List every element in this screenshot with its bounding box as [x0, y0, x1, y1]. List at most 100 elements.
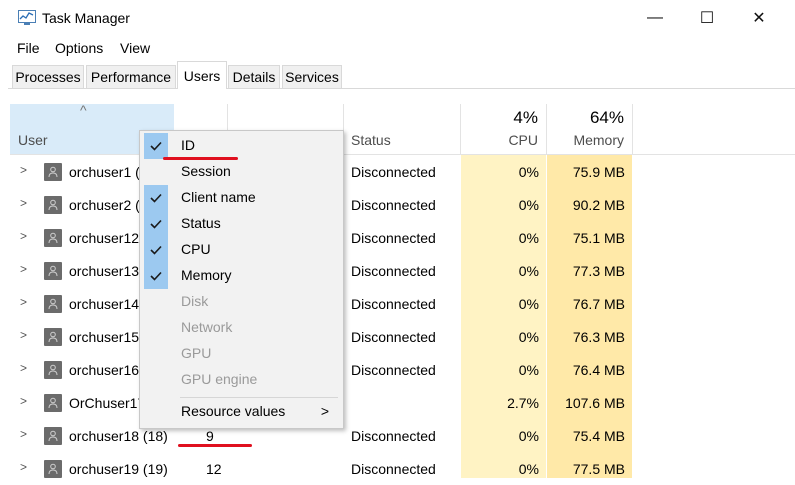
user-name: orchuser15: [69, 329, 140, 345]
expand-chevron-icon[interactable]: >: [20, 196, 27, 210]
menu-item-gpu: GPU: [140, 341, 343, 367]
menu-item-disk: Disk: [140, 289, 343, 315]
maximize-button[interactable]: ☐: [684, 4, 730, 32]
expand-chevron-icon[interactable]: >: [20, 460, 27, 474]
menu-item-session[interactable]: Session: [140, 159, 343, 185]
minimize-icon: —: [647, 9, 663, 26]
expand-chevron-icon[interactable]: >: [20, 427, 27, 441]
cpu-value: 0%: [518, 461, 539, 477]
menu-item-resource-values[interactable]: Resource values >: [140, 399, 343, 425]
memory-value: 75.9 MB: [572, 164, 625, 180]
cpu-value: 2.7%: [507, 395, 539, 411]
tab-processes[interactable]: Processes: [12, 65, 84, 88]
user-status: Disconnected: [351, 296, 436, 312]
menu-item-id[interactable]: ID: [140, 133, 343, 159]
cpu-total-percent: 4%: [513, 108, 538, 127]
table-row[interactable]: > orchuser15 Disconnected 0% 76.3 MB: [0, 320, 795, 353]
user-status: Disconnected: [351, 362, 436, 378]
annotation-underline-id: [163, 157, 238, 160]
cpu-value: 0%: [518, 296, 539, 312]
checkmark-icon: [144, 263, 168, 289]
table-row[interactable]: > orchuser19 (19) 12 Disconnected 0% 77.5 MB: [0, 452, 795, 485]
user-column-label: User: [18, 132, 48, 148]
expand-chevron-icon[interactable]: >: [20, 361, 27, 375]
tab-services[interactable]: Services: [282, 65, 342, 88]
user-avatar-icon: [44, 361, 62, 379]
memory-value: 77.3 MB: [572, 263, 625, 279]
tab-strip-border: [8, 88, 795, 89]
user-name: orchuser2 (: [69, 197, 140, 213]
memory-value: 77.5 MB: [572, 461, 625, 477]
cpu-column-label: CPU: [508, 132, 538, 148]
menu-item-client-name[interactable]: Client name: [140, 185, 343, 211]
user-status: Disconnected: [351, 164, 436, 180]
expand-chevron-icon[interactable]: >: [20, 262, 27, 276]
memory-value: 76.7 MB: [572, 296, 625, 312]
user-avatar-icon: [44, 163, 62, 181]
expand-chevron-icon[interactable]: >: [20, 328, 27, 342]
tab-users[interactable]: Users: [177, 61, 227, 89]
menu-file[interactable]: File: [17, 40, 40, 56]
menu-item-memory[interactable]: Memory: [140, 263, 343, 289]
minimize-button[interactable]: —: [632, 4, 678, 32]
cpu-value: 0%: [518, 428, 539, 444]
user-status: Disconnected: [351, 329, 436, 345]
menu-item-label: GPU: [181, 345, 212, 361]
checkmark-icon: [144, 211, 168, 237]
table-row[interactable]: > OrChuser17 2.7% 107.6 MB: [0, 386, 795, 419]
user-status: Disconnected: [351, 428, 436, 444]
memory-total-percent: 64%: [589, 108, 624, 127]
menu-item-label: Memory: [181, 267, 232, 283]
menu-item-cpu[interactable]: CPU: [140, 237, 343, 263]
expand-chevron-icon[interactable]: >: [20, 394, 27, 408]
user-name: orchuser19 (19): [69, 461, 168, 477]
table-row[interactable]: > orchuser13 Disconnected 0% 77.3 MB: [0, 254, 795, 287]
column-header-status[interactable]: Status: [343, 104, 460, 154]
user-avatar-icon: [44, 328, 62, 346]
resource-values-label: Resource values: [181, 403, 286, 419]
memory-value: 90.2 MB: [572, 197, 625, 213]
window-title: Task Manager: [42, 10, 130, 26]
table-row[interactable]: > orchuser14 Disconnected 0% 76.7 MB: [0, 287, 795, 320]
menu-item-label: Disk: [181, 293, 209, 309]
table-row[interactable]: > orchuser16 Disconnected 0% 76.4 MB: [0, 353, 795, 386]
menu-item-label: ID: [181, 137, 195, 153]
menu-item-network: Network: [140, 315, 343, 341]
expand-chevron-icon[interactable]: >: [20, 295, 27, 309]
table-row[interactable]: > orchuser1 (Disconnected 0% 75.9 MB: [0, 155, 795, 188]
table-row[interactable]: > orchuser12 Disconnected 0% 75.1 MB: [0, 221, 795, 254]
menu-item-status[interactable]: Status: [140, 211, 343, 237]
expand-chevron-icon[interactable]: >: [20, 163, 27, 177]
annotation-underline-id-value: [178, 444, 252, 447]
table-row[interactable]: > orchuser2 ( Disconnected 0% 90.2 MB: [0, 188, 795, 221]
user-status: Disconnected: [351, 197, 436, 213]
task-manager-app-icon: [18, 10, 36, 26]
menu-item-label: Network: [181, 319, 233, 335]
cpu-value: 0%: [518, 329, 539, 345]
user-avatar-icon: [44, 460, 62, 478]
user-name: orchuser18 (18): [69, 428, 168, 444]
tab-details[interactable]: Details: [228, 65, 280, 88]
menu-options[interactable]: Options: [55, 40, 103, 56]
maximize-icon: ☐: [699, 10, 715, 27]
column-context-menu: ID Session Client name Status CPU Memory Disk N…: [139, 130, 344, 429]
cpu-value: 0%: [518, 230, 539, 246]
cpu-value: 0%: [518, 197, 539, 213]
menu-separator: [180, 397, 338, 398]
menu-item-label: Session: [181, 163, 231, 179]
menu-view[interactable]: View: [120, 40, 150, 56]
user-name: orchuser16: [69, 362, 140, 378]
menu-item-label: GPU engine: [181, 371, 258, 387]
table-row[interactable]: > orchuser18 (18) 9 Disconnected 0% 75.4 MB: [0, 419, 795, 452]
memory-value: 76.3 MB: [572, 329, 625, 345]
user-avatar-icon: [44, 427, 62, 445]
close-button[interactable]: ✕: [736, 4, 782, 32]
tab-performance[interactable]: Performance: [86, 65, 176, 88]
column-header-memory[interactable]: 64% Memory: [547, 104, 632, 154]
memory-value: 107.6 MB: [565, 395, 625, 411]
user-status: Disconnected: [351, 461, 436, 477]
checkmark-icon: [144, 237, 168, 263]
expand-chevron-icon[interactable]: >: [20, 229, 27, 243]
user-name: orchuser1 (: [69, 164, 140, 180]
column-header-cpu[interactable]: 4% CPU: [461, 104, 546, 154]
